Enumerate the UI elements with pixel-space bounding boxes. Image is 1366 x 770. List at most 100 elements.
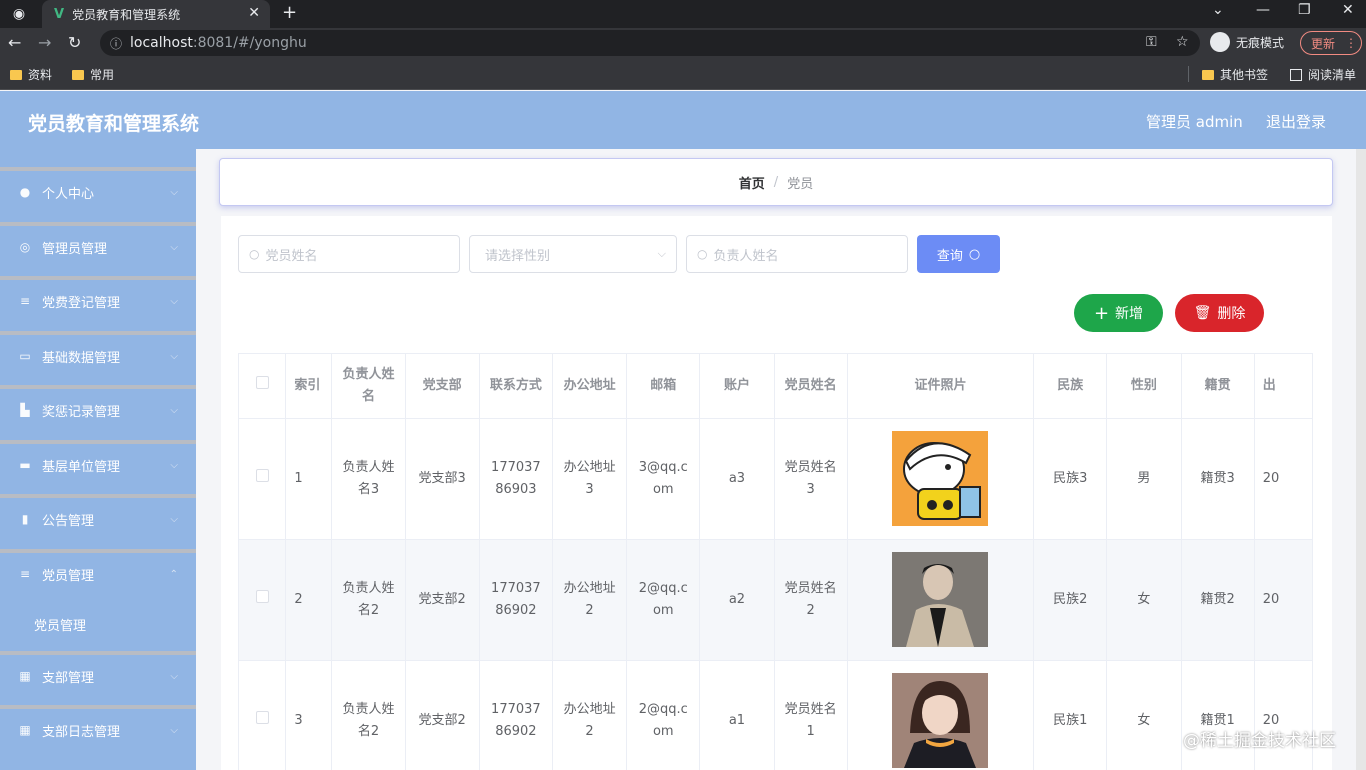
star-icon[interactable]: ☆: [1176, 34, 1189, 50]
row-select[interactable]: [239, 660, 287, 770]
breadcrumb-home[interactable]: 首页: [739, 173, 765, 192]
url-input[interactable]: ⓘ localhost :8081/#/yonghu: [100, 30, 1200, 56]
tab-title: 党员教育和管理系统: [72, 7, 181, 22]
reload-icon[interactable]: ↻: [68, 33, 81, 52]
globe-icon[interactable]: ◉: [8, 3, 30, 25]
cell-phone: 17703786902: [479, 539, 553, 661]
bookmark-label: 阅读清单: [1308, 68, 1357, 82]
incognito-indicator[interactable]: 无痕模式: [1210, 32, 1284, 52]
folder-icon: [72, 69, 84, 80]
breadcrumb-separator: /: [773, 174, 779, 190]
sidebar-item-branch-log[interactable]: ▦ 支部日志管理 ⌵: [0, 705, 196, 751]
url-path: :8081/#/yonghu: [192, 35, 307, 51]
cell-member: 党员姓名3: [774, 418, 848, 540]
checkbox[interactable]: [255, 468, 269, 482]
sidebar-item-personal-center[interactable]: ● 个人中心 ⌵: [0, 167, 196, 213]
breadcrumb-current: 党员: [787, 176, 814, 192]
sidebar-item-label: 管理员管理: [42, 241, 108, 257]
gender-placeholder: 请选择性别: [485, 248, 551, 264]
incognito-label: 无痕模式: [1236, 35, 1285, 50]
sidebar-item-dues-management[interactable]: ≡ 党费登记管理 ⌵: [0, 276, 196, 322]
man-photo[interactable]: [892, 552, 989, 647]
cell-gender: 男: [1106, 418, 1182, 540]
update-button[interactable]: 更新 ⋮: [1300, 31, 1362, 55]
row-select[interactable]: [239, 539, 287, 661]
column-header: 账户: [699, 354, 775, 419]
bookmark-label: 常用: [90, 68, 115, 82]
list-icon: ≡: [19, 294, 31, 308]
woman-photo[interactable]: [892, 673, 989, 768]
cell-truncated: 20: [1254, 539, 1313, 661]
row-select[interactable]: [239, 418, 287, 540]
list-icon: ≡: [19, 567, 31, 581]
cell-photo: [847, 418, 1035, 540]
close-tab-icon[interactable]: ✕: [248, 5, 260, 21]
checkbox[interactable]: [255, 375, 269, 389]
minimize-icon[interactable]: —: [1256, 2, 1270, 18]
chevron-up-icon: ⌃: [169, 569, 178, 580]
table-row[interactable]: 3 负责人姓名2 党支部2 17703786902 办公地址2 2@qq.com…: [239, 660, 1313, 770]
cell-leader: 负责人姓名2: [331, 660, 406, 770]
checkbox[interactable]: [255, 589, 269, 603]
cell-branch: 党支部3: [405, 418, 480, 540]
sidebar-item-label: 基层单位管理: [42, 459, 121, 475]
bookmark-folder[interactable]: 资料: [10, 66, 52, 83]
other-bookmarks[interactable]: 其他书签: [1202, 66, 1268, 83]
sidebar: ● 个人中心 ⌵ ◎ 管理员管理 ⌵ ≡ 党费登记管理 ⌵ ▭ 基础数据管理 ⌵…: [0, 149, 196, 770]
key-icon[interactable]: ⚿: [1146, 34, 1157, 50]
cartoon-photo[interactable]: [892, 431, 989, 526]
maximize-icon[interactable]: ❐: [1298, 2, 1311, 18]
sidebar-item-member-management[interactable]: ≡ 党员管理 ⌃: [0, 549, 196, 595]
column-header: 党员姓名: [774, 354, 848, 419]
info-icon[interactable]: ⓘ: [110, 35, 122, 52]
table-row[interactable]: 1 负责人姓名3 党支部3 17703786903 办公地址3 3@qq.com…: [239, 418, 1313, 540]
breadcrumb: 首页 / 党员: [219, 158, 1333, 206]
new-tab-icon[interactable]: +: [282, 2, 297, 23]
sidebar-item-branch-management[interactable]: ▦ 支部管理 ⌵: [0, 651, 196, 697]
leader-name-search-input[interactable]: ○ 负责人姓名: [686, 235, 908, 273]
back-icon[interactable]: ←: [8, 33, 21, 52]
reading-list[interactable]: 阅读清单: [1290, 66, 1356, 83]
sidebar-item-label: 公告管理: [42, 513, 95, 529]
sidebar-item-grassroots-units[interactable]: ▬ 基层单位管理 ⌵: [0, 440, 196, 486]
cell-gender: 女: [1106, 660, 1182, 770]
search-icon: ○: [697, 247, 708, 261]
chat-icon: ▭: [19, 349, 31, 363]
sidebar-subitem-member-management[interactable]: 党员管理: [0, 601, 196, 647]
address-bar: ← → ↻ ⓘ localhost :8081/#/yonghu ⚿ ☆ 无痕模…: [0, 28, 1366, 58]
column-header: 证件照片: [847, 354, 1035, 419]
more-menu-icon: ⋮: [1345, 36, 1358, 50]
cell-phone: 17703786903: [479, 418, 553, 540]
delete-button[interactable]: 🗑 删除: [1175, 294, 1264, 332]
table-row[interactable]: 2 负责人姓名2 党支部2 17703786902 办公地址2 2@qq.com…: [239, 539, 1313, 661]
grid-icon: ▦: [19, 669, 31, 683]
cell-office: 办公地址2: [552, 660, 628, 770]
query-button[interactable]: 查询 ○: [917, 235, 1000, 273]
browser-tab[interactable]: V 党员教育和管理系统 ✕: [42, 0, 270, 28]
cell-email: 2@qq.com: [626, 539, 701, 661]
sidebar-item-rewards-records[interactable]: ▙ 奖惩记录管理 ⌵: [0, 385, 196, 431]
logout-link[interactable]: 退出登录: [1266, 111, 1326, 132]
cell-branch: 党支部2: [405, 660, 480, 770]
chevron-down-icon: ⌵: [170, 187, 178, 198]
chevron-down-icon: ⌵: [170, 351, 178, 362]
sidebar-item-basic-data[interactable]: ▭ 基础数据管理 ⌵: [0, 331, 196, 377]
close-window-icon[interactable]: ✕: [1342, 2, 1354, 18]
member-name-search-input[interactable]: ○ 党员姓名: [238, 235, 460, 273]
cell-index: 1: [285, 418, 333, 540]
gender-select[interactable]: 请选择性别 ⌵: [469, 235, 677, 273]
page-scrollbar[interactable]: [1356, 149, 1366, 770]
sidebar-item-announcements[interactable]: ▮ 公告管理 ⌵: [0, 494, 196, 540]
tab-search-icon[interactable]: ⌄: [1212, 2, 1224, 18]
add-button[interactable]: + 新增: [1074, 294, 1163, 332]
forward-icon[interactable]: →: [38, 33, 51, 52]
cell-ethnicity: 民族1: [1033, 660, 1108, 770]
leader-name-placeholder: 负责人姓名: [713, 248, 779, 264]
sidebar-item-admin-management[interactable]: ◎ 管理员管理 ⌵: [0, 222, 196, 268]
chevron-down-icon: ⌵: [170, 242, 178, 253]
cell-account: a3: [699, 418, 775, 540]
header-select-all[interactable]: [239, 354, 287, 419]
checkbox[interactable]: [255, 710, 269, 724]
chevron-down-icon: ⌵: [170, 725, 178, 736]
bookmark-folder[interactable]: 常用: [72, 66, 114, 83]
